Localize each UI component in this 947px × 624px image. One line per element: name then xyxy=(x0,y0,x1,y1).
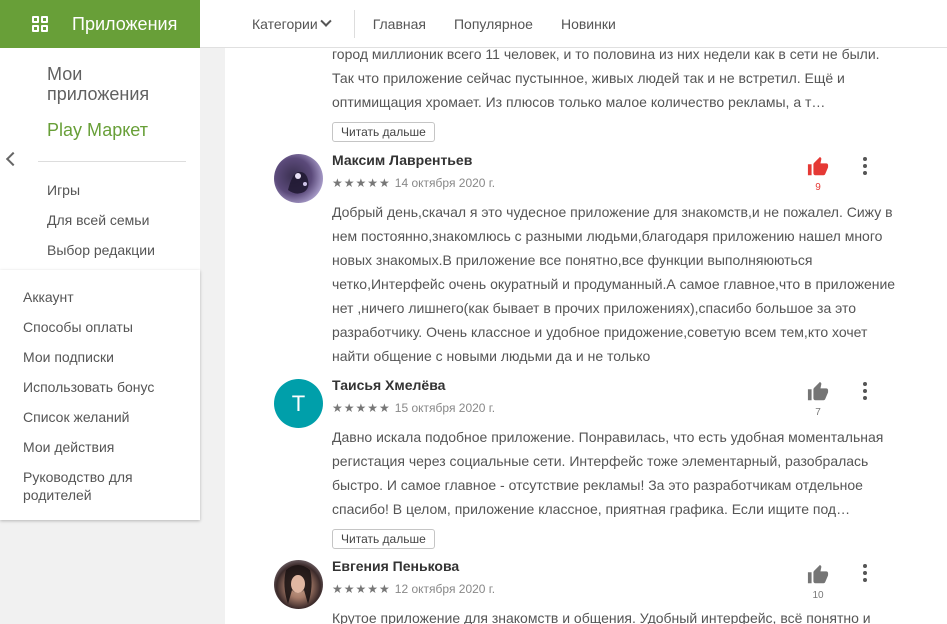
avatar-initial: T xyxy=(291,390,306,416)
sidebar-divider xyxy=(38,161,186,162)
apps-grid-icon xyxy=(32,16,48,32)
thumbs-up-icon[interactable] xyxy=(807,564,829,586)
thumbs-up-icon[interactable] xyxy=(807,381,829,403)
nav-popular[interactable]: Популярное xyxy=(454,16,533,32)
review-meta: ★★★★★ 15 октября 2020 г. xyxy=(332,401,495,415)
like-count: 9 xyxy=(815,182,821,193)
categories-label: Категории xyxy=(252,16,318,32)
top-nav: Категории Главная Популярное Новинки xyxy=(200,0,616,48)
review-author: Евгения Пенькова xyxy=(332,558,460,574)
review-date: 15 октября 2020 г. xyxy=(394,401,496,415)
account-item-subscriptions[interactable]: Мои подписки xyxy=(23,348,173,366)
star-rating: ★★★★★ xyxy=(332,176,391,190)
sidebar-play-market[interactable]: Play Маркет xyxy=(47,120,148,141)
review-text: город миллионик всего 11 человек, и то п… xyxy=(332,48,880,110)
categories-dropdown[interactable]: Категории xyxy=(252,15,332,32)
star-rating: ★★★★★ xyxy=(332,582,391,596)
account-item-account[interactable]: Аккаунт xyxy=(23,288,173,306)
avatar: T xyxy=(274,379,323,428)
nav-new[interactable]: Новинки xyxy=(561,16,616,32)
account-item-wishlist[interactable]: Список желаний xyxy=(23,408,173,426)
account-item-redeem[interactable]: Использовать бонус xyxy=(23,378,173,396)
review-text: Давно искала подобное приложение. Понрав… xyxy=(332,429,884,517)
like-count: 10 xyxy=(812,590,824,601)
review-text: Крутое приложение для знакомств и общени… xyxy=(332,610,871,624)
chevron-left-icon[interactable] xyxy=(5,151,21,167)
sidebar-item-family[interactable]: Для всей семьи xyxy=(47,212,149,228)
apps-title: Приложения xyxy=(72,13,178,34)
review-date: 12 октября 2020 г. xyxy=(394,582,496,596)
avatar xyxy=(274,560,323,609)
read-more-button[interactable]: Читать дальше xyxy=(332,122,435,142)
account-item-activity[interactable]: Мои действия xyxy=(23,438,173,456)
read-more-button[interactable]: Читать дальше xyxy=(332,529,435,549)
nav-home[interactable]: Главная xyxy=(373,16,426,32)
nav-divider xyxy=(353,10,355,38)
review-author: Таисья Хмелёва xyxy=(332,377,446,393)
like-count: 7 xyxy=(815,407,821,418)
thumbs-up-icon[interactable] xyxy=(807,156,829,178)
star-rating: ★★★★★ xyxy=(332,401,391,415)
top-bar: Приложения Категории Главная Популярное … xyxy=(0,0,947,48)
more-vert-icon[interactable] xyxy=(862,564,868,582)
review-author: Максим Лаврентьев xyxy=(332,152,473,168)
sidebar-item-editors-choice[interactable]: Выбор редакции xyxy=(47,242,155,258)
sidebar-item-games[interactable]: Игры xyxy=(47,182,80,198)
chevron-down-icon xyxy=(320,15,332,27)
review-text: Добрый день,скачал я это чудесное прилож… xyxy=(332,204,896,364)
account-item-payment[interactable]: Способы оплаты xyxy=(23,318,173,336)
sidebar-my-apps[interactable]: Мои приложения xyxy=(47,64,167,104)
review-meta: ★★★★★ 12 октября 2020 г. xyxy=(332,582,495,596)
sidebar-nav: Мои приложения Play Маркет Игры Для всей… xyxy=(0,48,200,270)
account-item-parental[interactable]: Руководство для родителей xyxy=(23,468,173,504)
apps-brand-button[interactable]: Приложения xyxy=(0,0,200,48)
avatar xyxy=(274,154,323,203)
more-vert-icon[interactable] xyxy=(862,157,868,175)
more-vert-icon[interactable] xyxy=(862,382,868,400)
account-menu: Аккаунт Способы оплаты Мои подписки Испо… xyxy=(0,270,200,520)
reviews-panel: город миллионик всего 11 человек, и то п… xyxy=(225,48,947,624)
review-meta: ★★★★★ 14 октября 2020 г. xyxy=(332,176,495,190)
review-date: 14 октября 2020 г. xyxy=(394,176,496,190)
